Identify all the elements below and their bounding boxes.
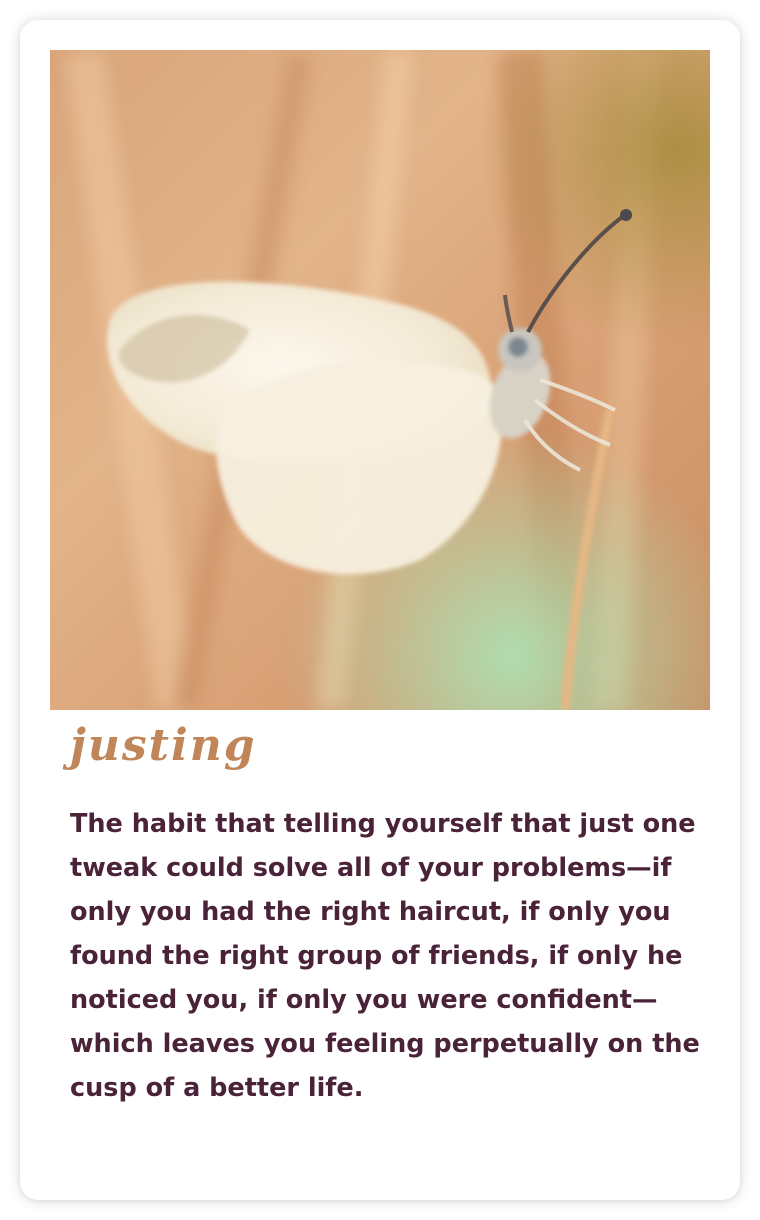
definition-card: justing The habit that telling yourself … <box>20 20 740 1200</box>
butterfly-illustration <box>50 50 710 710</box>
word-title: justing <box>70 720 257 771</box>
butterfly-photo <box>50 50 710 710</box>
word-definition: The habit that telling yourself that jus… <box>70 809 700 1103</box>
